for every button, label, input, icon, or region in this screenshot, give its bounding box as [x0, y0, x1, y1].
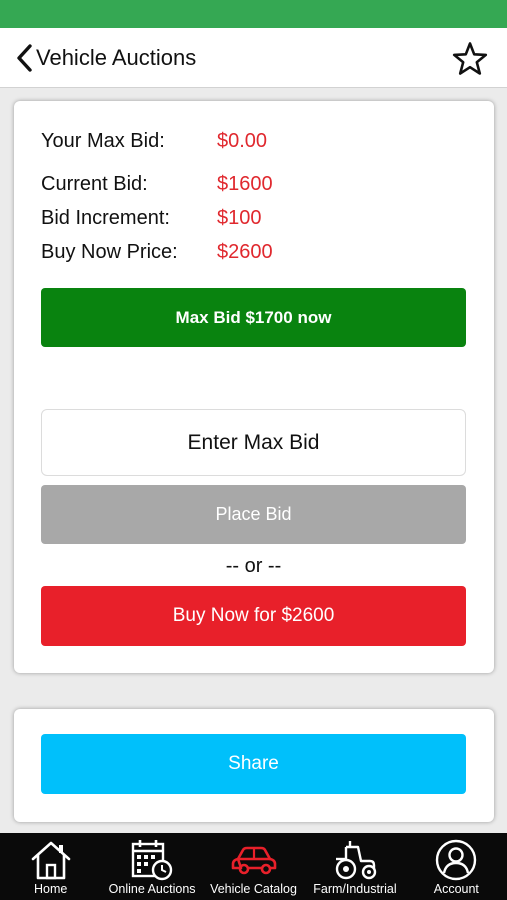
star-outline-icon [452, 42, 488, 75]
bid-increment-label: Bid Increment: [41, 207, 170, 229]
tab-farm-industrial-label: Farm/Industrial [313, 882, 397, 896]
status-bar [0, 0, 507, 28]
current-bid-value: $1600 [217, 173, 273, 195]
favorite-button[interactable] [451, 40, 489, 78]
tractor-icon [332, 838, 378, 882]
tab-vehicle-catalog-label: Vehicle Catalog [210, 882, 297, 896]
bid-panel: Your Max Bid: $0.00 Current Bid: $1600 B… [14, 101, 494, 673]
tab-farm-industrial[interactable]: Farm/Industrial [304, 833, 405, 900]
or-separator: -- or -- [225, 555, 282, 577]
calendar-clock-icon [129, 838, 175, 882]
tab-online-auctions-label: Online Auctions [108, 882, 196, 896]
chevron-left-icon [17, 44, 32, 72]
buy-now-button[interactable]: Buy Now for $2600 [41, 586, 466, 646]
tab-bar: Home Online Auctions Vehicle Catalog Far… [0, 833, 507, 900]
max-bid-now-button[interactable]: Max Bid $1700 now [41, 288, 466, 347]
tab-vehicle-catalog[interactable]: Vehicle Catalog [203, 833, 304, 900]
max-bid-value: $0.00 [217, 130, 268, 152]
tab-home[interactable]: Home [0, 833, 101, 900]
place-bid-button[interactable]: Place Bid [41, 485, 466, 544]
tab-account[interactable]: Account [406, 833, 507, 900]
page-title: Vehicle Auctions [36, 45, 197, 70]
tab-home-label: Home [34, 882, 68, 896]
car-icon [231, 838, 277, 882]
share-panel: Share [14, 709, 494, 822]
buy-now-price-value: $2600 [217, 241, 273, 263]
current-bid-label: Current Bid: [41, 173, 148, 195]
max-bid-input[interactable] [41, 409, 466, 476]
navigation-bar: Vehicle Auctions [0, 28, 507, 88]
bid-increment-value: $100 [217, 207, 262, 229]
user-icon [434, 838, 478, 882]
share-button[interactable]: Share [41, 734, 466, 794]
buy-now-price-label: Buy Now Price: [41, 241, 178, 263]
home-icon [29, 838, 73, 882]
tab-online-auctions[interactable]: Online Auctions [101, 833, 202, 900]
tab-account-label: Account [433, 882, 479, 896]
max-bid-label: Your Max Bid: [41, 130, 165, 152]
